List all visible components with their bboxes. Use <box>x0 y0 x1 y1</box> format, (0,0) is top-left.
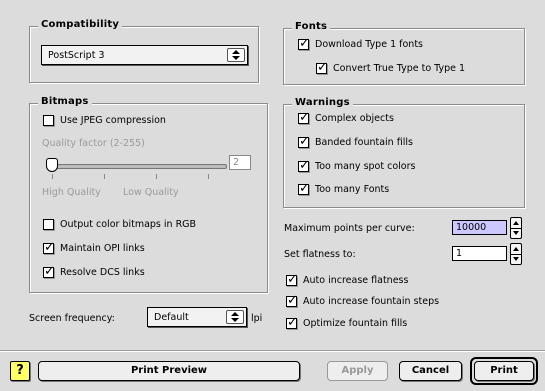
apply-button[interactable]: Apply <box>327 361 388 381</box>
help-icon: ? <box>16 363 24 378</box>
use-jpeg-label: Use JPEG compression <box>60 115 166 126</box>
checkbox-checked-icon <box>316 60 328 75</box>
slider-thumb-icon[interactable] <box>46 158 58 172</box>
convert-truetype-label: Convert True Type to Type 1 <box>333 63 466 74</box>
arrow-down-icon <box>513 257 519 261</box>
download-type1-checkbox[interactable]: Download Type 1 fonts <box>298 36 423 51</box>
checkbox-checked-icon <box>43 264 55 279</box>
maintain-opi-label: Maintain OPI links <box>60 243 145 254</box>
fonts-title: Fonts <box>292 21 331 32</box>
slider-tick <box>208 174 209 179</box>
checkbox-checked-icon <box>298 134 310 149</box>
checkbox-checked-icon <box>298 181 310 196</box>
checkbox-checked-icon <box>286 315 298 330</box>
checkbox-checked-icon <box>298 158 310 173</box>
bottom-divider <box>0 350 545 352</box>
print-button[interactable]: Print <box>474 361 534 381</box>
popup-arrows-icon <box>227 48 245 62</box>
checkbox-checked-icon <box>286 293 298 308</box>
print-preview-button[interactable]: Print Preview <box>38 361 300 381</box>
checkbox-checked-icon <box>43 240 55 255</box>
many-fonts-label: Too many Fonts <box>315 184 390 195</box>
output-rgb-label: Output color bitmaps in RGB <box>60 219 197 230</box>
auto-flatness-label: Auto increase flatness <box>303 275 409 286</box>
screen-frequency-popup[interactable]: Default <box>147 307 247 327</box>
bitmaps-group: Bitmaps <box>29 96 268 293</box>
banded-fills-checkbox[interactable]: Banded fountain fills <box>298 134 413 149</box>
optimize-fills-label: Optimize fountain fills <box>303 318 408 329</box>
resolve-dcs-label: Resolve DCS links <box>60 267 145 278</box>
help-button[interactable]: ? <box>10 361 30 381</box>
slider-tick <box>104 174 105 179</box>
slider-tick <box>156 174 157 179</box>
arrow-up-icon <box>513 221 519 225</box>
auto-fountain-checkbox[interactable]: Auto increase fountain steps <box>286 293 440 308</box>
slider-tick <box>52 174 53 179</box>
max-points-label: Maximum points per curve: <box>284 223 415 234</box>
output-rgb-checkbox[interactable]: Output color bitmaps in RGB <box>43 219 196 230</box>
checkbox-checked-icon <box>298 36 310 51</box>
banded-fills-label: Banded fountain fills <box>315 137 413 148</box>
high-quality-label: High Quality <box>42 187 101 198</box>
lpi-unit-label: lpi <box>251 313 263 324</box>
download-type1-label: Download Type 1 fonts <box>315 39 423 50</box>
auto-fountain-label: Auto increase fountain steps <box>303 296 440 307</box>
max-points-field[interactable]: 10000 <box>452 220 507 235</box>
warnings-title: Warnings <box>292 97 353 108</box>
maintain-opi-checkbox[interactable]: Maintain OPI links <box>43 240 145 255</box>
compatibility-popup[interactable]: PostScript 3 <box>41 45 248 65</box>
flatness-field[interactable]: 1 <box>452 246 507 261</box>
checkbox-checked-icon <box>298 110 310 125</box>
use-jpeg-checkbox[interactable]: Use JPEG compression <box>43 115 166 126</box>
checkbox-checked-icon <box>286 272 298 287</box>
arrow-down-icon <box>513 231 519 235</box>
fonts-group: Fonts <box>283 21 525 85</box>
flatness-stepper[interactable] <box>510 243 522 265</box>
compatibility-value: PostScript 3 <box>48 50 105 61</box>
checkbox-unchecked-icon <box>43 115 54 126</box>
max-points-stepper[interactable] <box>510 217 522 239</box>
flatness-label: Set flatness to: <box>284 249 356 260</box>
quality-factor-label: Quality factor (2-255) <box>42 138 145 149</box>
compatibility-title: Compatibility <box>38 19 123 30</box>
checkbox-unchecked-icon <box>43 219 54 230</box>
auto-flatness-checkbox[interactable]: Auto increase flatness <box>286 272 409 287</box>
complex-objects-checkbox[interactable]: Complex objects <box>298 110 394 125</box>
arrow-up-icon <box>513 247 519 251</box>
popup-arrows-icon <box>226 310 244 324</box>
convert-truetype-checkbox[interactable]: Convert True Type to Type 1 <box>316 60 466 75</box>
spot-colors-checkbox[interactable]: Too many spot colors <box>298 158 416 173</box>
cancel-button[interactable]: Cancel <box>399 361 462 381</box>
screen-frequency-label: Screen frequency: <box>29 313 115 324</box>
slider-track <box>50 164 227 169</box>
screen-frequency-value: Default <box>154 312 189 323</box>
spot-colors-label: Too many spot colors <box>315 161 416 172</box>
bitmaps-title: Bitmaps <box>38 96 92 107</box>
resolve-dcs-checkbox[interactable]: Resolve DCS links <box>43 264 145 279</box>
low-quality-label: Low Quality <box>123 187 179 198</box>
optimize-fills-checkbox[interactable]: Optimize fountain fills <box>286 315 408 330</box>
complex-objects-label: Complex objects <box>315 113 394 124</box>
many-fonts-checkbox[interactable]: Too many Fonts <box>298 181 390 196</box>
quality-slider[interactable] <box>42 157 227 179</box>
quality-value-field[interactable]: 2 <box>229 155 251 170</box>
